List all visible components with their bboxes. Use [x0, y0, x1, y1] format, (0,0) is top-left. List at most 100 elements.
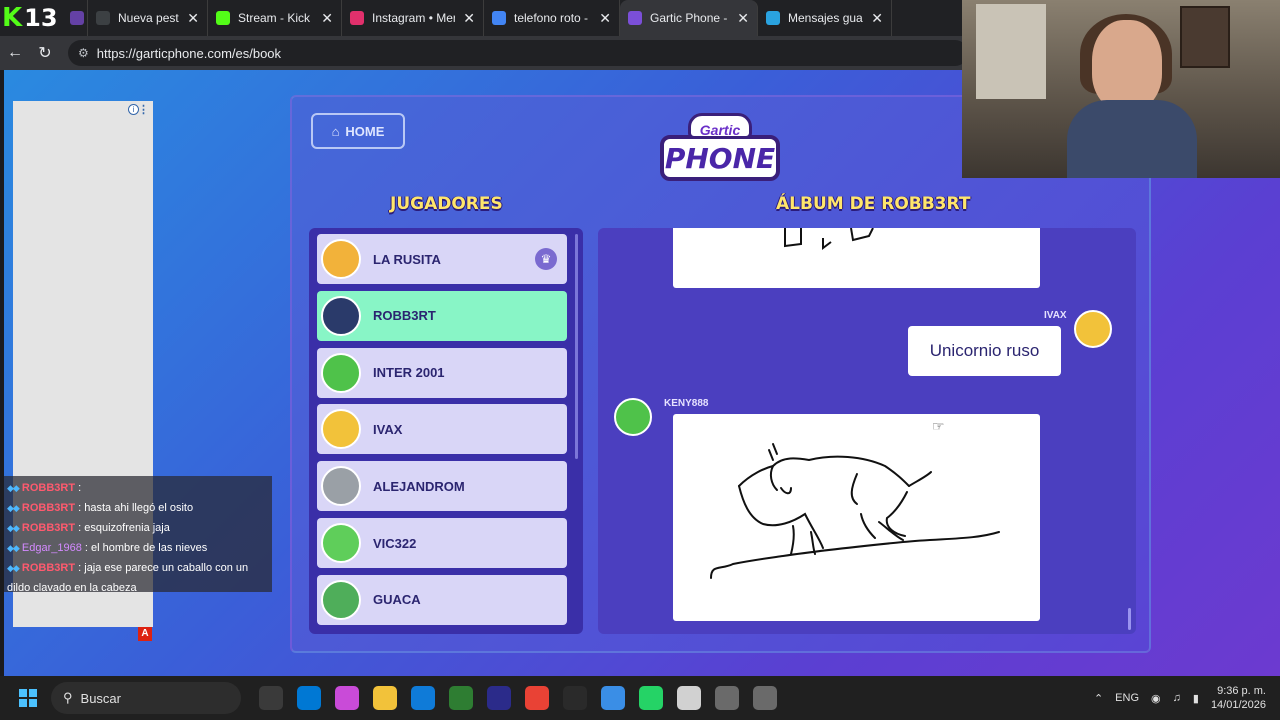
url-input[interactable]: ⚙ https://garticphone.com/es/book: [68, 40, 968, 66]
album-view[interactable]: IVAX Unicornio ruso KENY888 ☞: [598, 228, 1136, 634]
stream-chat-overlay: ◆◆ ROBB3RT : ◆◆ ROBB3RT : hasta ahi lleg…: [4, 476, 272, 594]
house-icon: ⌂: [331, 123, 340, 139]
players-list[interactable]: LA RUSITA ♛ ROBB3RT INTER 2001 IVAX ALEJANDRO…: [309, 228, 583, 634]
search-label: Buscar: [80, 690, 121, 706]
player-row[interactable]: VIC322: [317, 518, 567, 568]
taskbar-app-icon[interactable]: [601, 686, 625, 710]
chat-message: ◆◆ ROBB3RT : jaja ese parece un caballo …: [7, 558, 269, 598]
game-panel: ⌂ HOME PHONE Gartic JUGADORES ÁLBUM DE R…: [290, 95, 1151, 653]
player-name: VIC322: [373, 535, 417, 551]
tab-favicon-icon: [628, 11, 642, 25]
chat-message: ◆◆ ROBB3RT :: [7, 478, 269, 498]
taskbar-app-icon[interactable]: [677, 686, 701, 710]
chat-badge-icon: ◆◆: [7, 543, 20, 553]
chat-separator: :: [75, 502, 85, 514]
player-row[interactable]: ALEJANDROM: [317, 461, 567, 512]
album-scrollbar[interactable]: [1128, 608, 1131, 630]
close-icon[interactable]: ✕: [187, 10, 199, 27]
streamer-face: [1092, 20, 1162, 110]
lang-indicator[interactable]: ENG: [1115, 692, 1139, 704]
clock[interactable]: 9:36 p. m. 14/01/2026: [1211, 684, 1266, 712]
ivax-author: IVAX: [1044, 310, 1067, 321]
player-avatar: [321, 409, 361, 450]
close-icon[interactable]: ✕: [737, 10, 749, 27]
browser-tab[interactable]: Mensajes guardad ✕: [758, 0, 892, 36]
logo-top-text: Gartic: [688, 113, 752, 139]
close-icon[interactable]: ✕: [871, 10, 883, 27]
taskbar-app-icon[interactable]: [715, 686, 739, 710]
taskbar-app-icon[interactable]: [487, 686, 511, 710]
taskbar-app-icon[interactable]: [335, 686, 359, 710]
close-icon[interactable]: ✕: [599, 10, 611, 27]
taskbar-app-icon[interactable]: [259, 686, 283, 710]
tab-label: Stream - Kick Dash: [238, 11, 313, 25]
browser-tab[interactable]: telefono roto - Bús ✕: [484, 0, 620, 36]
tab-label: telefono roto - Bús: [514, 11, 591, 25]
player-name: LA RUSITA: [373, 251, 441, 267]
taskbar-app-icon[interactable]: [525, 686, 549, 710]
players-heading: JUGADORES: [390, 194, 503, 214]
taskbar-search[interactable]: ⚲ Buscar: [51, 682, 241, 714]
guess-bubble: Unicornio ruso: [908, 326, 1061, 376]
player-name: ALEJANDROM: [373, 478, 465, 494]
pinned-tab[interactable]: [62, 0, 88, 36]
windows-taskbar: ⚲ Buscar ⌃ ENG ◉ ♫ ▮ 9:36 p. m. 14/01/20…: [0, 676, 1280, 720]
browser-tab[interactable]: Nueva pestaña ✕: [88, 0, 208, 36]
chat-separator: :: [75, 482, 82, 494]
player-avatar: [321, 295, 361, 336]
taskbar-app-icon[interactable]: [297, 686, 321, 710]
back-icon[interactable]: ←: [0, 44, 30, 62]
keny-author: KENY888: [664, 398, 709, 409]
battery-icon[interactable]: ▮: [1193, 692, 1199, 705]
chat-message: ◆◆ ROBB3RT : esquizofrenia jaja: [7, 518, 269, 538]
volume-icon[interactable]: ♫: [1173, 692, 1181, 704]
tab-favicon-icon: [766, 11, 780, 25]
tab-label: Mensajes guardad: [788, 11, 863, 25]
player-avatar: [321, 239, 361, 279]
chat-username: ROBB3RT: [21, 522, 76, 534]
hand-cursor-icon: ☞: [932, 418, 945, 434]
player-row[interactable]: IVAX: [317, 404, 567, 455]
taskbar-app-icon[interactable]: [639, 686, 663, 710]
url-text: https://garticphone.com/es/book: [96, 45, 282, 61]
taskbar-apps: [259, 686, 777, 710]
chat-username: ROBB3RT: [21, 482, 76, 494]
rhino-drawing: [710, 443, 1000, 579]
windows-start-icon[interactable]: [19, 689, 37, 707]
close-icon[interactable]: ✕: [463, 10, 475, 27]
ad-menu-icon[interactable]: ⋮: [138, 103, 149, 116]
taskbar-app-icon[interactable]: [753, 686, 777, 710]
player-row[interactable]: INTER 2001: [317, 347, 567, 398]
players-scrollbar[interactable]: [575, 234, 578, 459]
player-name: INTER 2001: [373, 365, 445, 381]
chat-badge-icon: ◆◆: [7, 503, 20, 513]
taskbar-app-icon[interactable]: [373, 686, 397, 710]
browser-tab[interactable]: Instagram • Mensa ✕: [342, 0, 484, 36]
rhino-drawing-card: [673, 414, 1040, 621]
reload-icon[interactable]: ↻: [30, 43, 60, 63]
wall-poster: [976, 4, 1046, 99]
taskbar-app-icon[interactable]: [411, 686, 435, 710]
close-icon[interactable]: ✕: [321, 10, 333, 27]
ad-choices-icon[interactable]: A: [138, 627, 152, 641]
player-row[interactable]: GUACA: [317, 574, 567, 625]
kick-logo: K 13: [0, 0, 62, 36]
wifi-icon[interactable]: ◉: [1151, 692, 1161, 705]
browser-tab[interactable]: Gartic Phone - Tele ✕: [620, 0, 758, 36]
site-info-icon[interactable]: ⚙: [78, 46, 89, 60]
player-row[interactable]: LA RUSITA ♛: [317, 234, 567, 284]
taskbar-app-icon[interactable]: [563, 686, 587, 710]
player-name: GUACA: [373, 592, 421, 608]
search-icon: ⚲: [63, 690, 73, 705]
tab-favicon-icon: [350, 11, 364, 25]
chat-separator: :: [75, 562, 85, 574]
stream-count: 13: [24, 4, 58, 32]
taskbar-app-icon[interactable]: [449, 686, 473, 710]
tab-label: Gartic Phone - Tele: [650, 11, 729, 25]
browser-tab[interactable]: Stream - Kick Dash ✕: [208, 0, 342, 36]
ivax-avatar: [1074, 310, 1112, 348]
home-button[interactable]: ⌂ HOME: [311, 113, 405, 149]
twitch-icon: [70, 11, 84, 25]
chevron-up-icon[interactable]: ⌃: [1094, 692, 1103, 705]
player-row[interactable]: ROBB3RT: [317, 290, 567, 341]
